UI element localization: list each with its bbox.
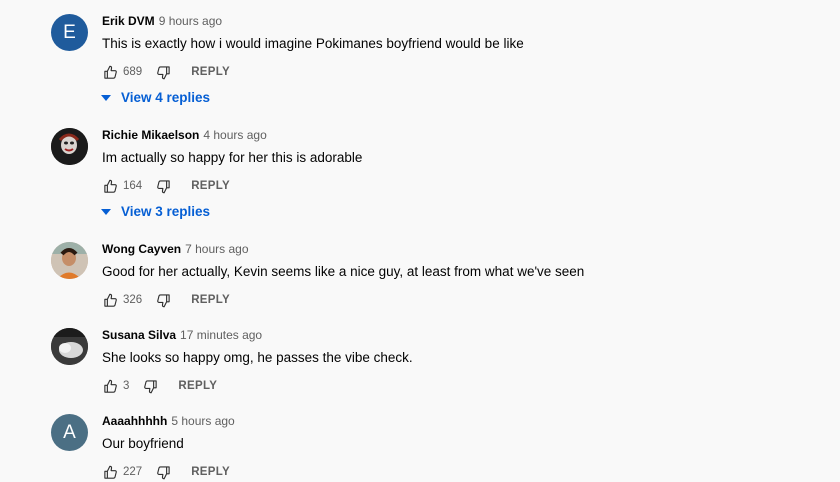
avatar-letter: E [63, 21, 76, 43]
like-count: 227 [123, 466, 143, 478]
comment-text: Good for her actually, Kevin seems like … [102, 264, 585, 279]
dislike-button[interactable] [155, 178, 171, 194]
view-replies-button[interactable]: View 3 replies [99, 204, 210, 219]
thumbs-down-icon [156, 179, 170, 193]
like-button[interactable] [102, 378, 118, 394]
avatar[interactable]: A [51, 414, 88, 451]
thumbs-up-icon [103, 465, 117, 479]
reply-button[interactable]: REPLY [191, 66, 230, 78]
author-name[interactable]: Erik DVM [102, 14, 155, 28]
thumbs-up-icon [103, 179, 117, 193]
comment-header: Erik DVM 9 hours ago [102, 14, 222, 29]
like-count: 164 [123, 180, 143, 192]
avatar[interactable]: E [51, 14, 88, 51]
thumbs-up-icon [103, 379, 117, 393]
like-button[interactable] [102, 178, 118, 194]
comment-actions: 3 REPLY [102, 376, 217, 396]
thumbs-down-icon [156, 465, 170, 479]
comment-actions: 689 REPLY [102, 62, 230, 82]
avatar-image [51, 128, 88, 165]
reply-button[interactable]: REPLY [191, 180, 230, 192]
like-count: 3 [123, 380, 130, 392]
avatar-image [51, 328, 88, 365]
like-button[interactable] [102, 292, 118, 308]
author-name[interactable]: Wong Cayven [102, 242, 181, 256]
avatar[interactable] [51, 128, 88, 165]
avatar-image [51, 242, 88, 279]
comment-time[interactable]: 5 hours ago [171, 414, 234, 428]
caret-down-icon [99, 91, 113, 105]
thumbs-down-icon [156, 293, 170, 307]
author-name[interactable]: Susana Silva [102, 328, 176, 342]
caret-down-icon [99, 205, 113, 219]
dislike-button[interactable] [155, 292, 171, 308]
view-replies-button[interactable]: View 4 replies [99, 90, 210, 105]
view-replies-label: View 4 replies [121, 90, 211, 105]
reply-button[interactable]: REPLY [191, 294, 230, 306]
thumbs-up-icon [103, 65, 117, 79]
dislike-button[interactable] [142, 378, 158, 394]
thumbs-up-icon [103, 293, 117, 307]
comment-time[interactable]: 4 hours ago [203, 128, 266, 142]
comment-time[interactable]: 17 minutes ago [180, 328, 262, 342]
avatar[interactable] [51, 328, 88, 365]
avatar[interactable] [51, 242, 88, 279]
comment-text: Im actually so happy for her this is ado… [102, 150, 363, 165]
comment-header: Aaaahhhhh 5 hours ago [102, 414, 235, 429]
thumbs-down-icon [156, 65, 170, 79]
author-name[interactable]: Aaaahhhhh [102, 414, 167, 428]
reply-button[interactable]: REPLY [191, 466, 230, 478]
comment-text: This is exactly how i would imagine Poki… [102, 36, 524, 51]
like-count: 689 [123, 66, 143, 78]
like-button[interactable] [102, 64, 118, 80]
comment-thread: Richie Mikaelson 4 hours ago Im actually … [0, 128, 840, 228]
comment-actions: 164 REPLY [102, 176, 230, 196]
comment-text: Our boyfriend [102, 436, 184, 451]
comment-actions: 326 REPLY [102, 290, 230, 310]
comment-thread: Susana Silva 17 minutes ago She looks so … [0, 328, 840, 398]
dislike-button[interactable] [155, 64, 171, 80]
comment-thread: E Erik DVM 9 hours ago This is exactly ho… [0, 14, 840, 114]
comment-text: She looks so happy omg, he passes the vi… [102, 350, 413, 365]
comment-header: Wong Cayven 7 hours ago [102, 242, 249, 257]
avatar-letter: A [63, 421, 76, 443]
comment-time[interactable]: 7 hours ago [185, 242, 248, 256]
view-replies-label: View 3 replies [121, 204, 211, 219]
comment-thread: Wong Cayven 7 hours ago Good for her actu… [0, 242, 840, 312]
reply-button[interactable]: REPLY [178, 380, 217, 392]
comment-header: Richie Mikaelson 4 hours ago [102, 128, 267, 143]
comment-time[interactable]: 9 hours ago [159, 14, 222, 28]
author-name[interactable]: Richie Mikaelson [102, 128, 199, 142]
comment-thread: A Aaaahhhhh 5 hours ago Our boyfriend 227… [0, 414, 840, 479]
thumbs-down-icon [144, 379, 157, 393]
like-count: 326 [123, 294, 143, 306]
comment-header: Susana Silva 17 minutes ago [102, 328, 262, 343]
comment-actions: 227 REPLY [102, 462, 230, 482]
